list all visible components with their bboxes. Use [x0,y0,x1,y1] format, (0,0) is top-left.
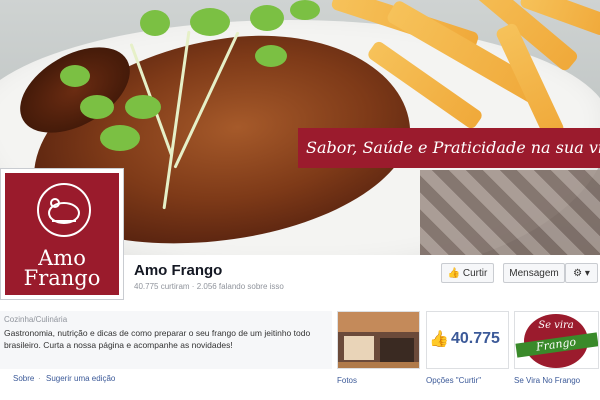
like-button[interactable]: 👍 Curtir [441,263,494,283]
tablecloth [420,170,600,255]
profile-picture[interactable]: Amo Frango [0,168,124,300]
sprout-leaf [125,95,161,119]
suggest-edit-link[interactable]: Sugerir uma edição [46,374,115,383]
photos-label[interactable]: Fotos [337,376,357,385]
shelf [338,312,419,332]
logo: Amo Frango [5,173,119,295]
sprout-leaf [100,125,140,151]
display [380,338,414,364]
about-box: Cozinha/Culinária Gastronomia, nutrição … [0,311,332,369]
sprout-leaf [250,5,284,31]
floor [338,362,419,368]
like-button-label: Curtir [462,268,488,279]
logo-line2: Frango [23,266,101,290]
page-category[interactable]: Cozinha/Culinária [4,315,67,324]
app-badge-line1: Se vira [538,320,574,331]
sprout-leaf [80,95,114,119]
thumbs-up-icon: 👍 [429,331,449,348]
cover-slogan: Sabor, Saúde e Praticidade na sua vida [298,128,600,168]
chicken-emblem-icon [37,183,91,237]
app-label[interactable]: Se Vira No Frango [514,376,580,385]
settings-dropdown-button[interactable]: ⚙ ▾ [565,263,598,283]
sprout-leaf [255,45,287,67]
sprout-leaf [60,65,90,87]
thumbs-up-icon: 👍 [447,268,461,279]
message-button-label: Mensagem [509,268,559,279]
sprout-leaf [290,0,320,20]
page-title[interactable]: Amo Frango [134,262,222,279]
gear-icon: ⚙ ▾ [573,268,590,279]
likes-count: 40.775 [451,330,500,347]
counter [344,336,374,360]
photos-tile[interactable] [337,311,420,369]
page-stats: 40.775 curtiram · 2.056 falando sobre is… [134,282,284,291]
about-link[interactable]: Sobre [13,374,34,383]
link-separator: · [38,374,41,383]
app-tile[interactable]: Se vira Frango [514,311,599,369]
sprout-leaf [190,8,230,36]
page-description: Gastronomia, nutrição e dicas de como pr… [4,328,311,350]
likes-label[interactable]: Opções "Curtir" [426,376,481,385]
sprout-leaf [140,10,170,36]
likes-tile[interactable]: 👍 40.775 [426,311,509,369]
message-button[interactable]: Mensagem [503,263,565,283]
